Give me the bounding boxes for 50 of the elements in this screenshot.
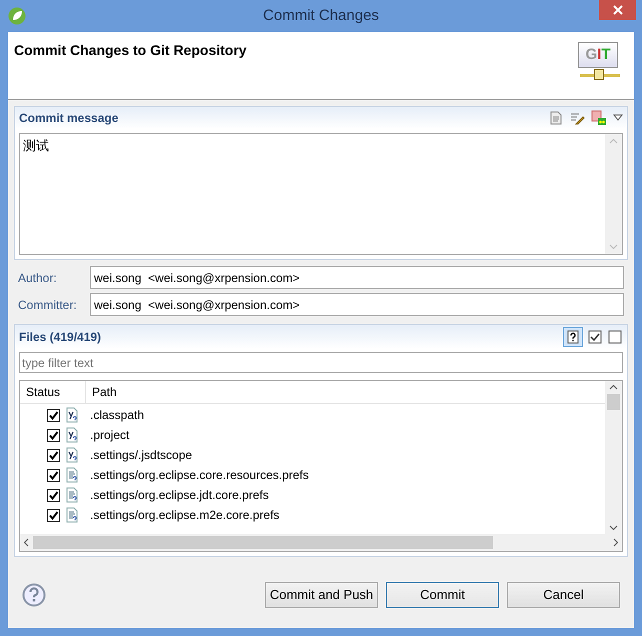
committer-field[interactable]: wei.song <wei.song@xrpension.com> xyxy=(90,293,624,316)
checkbox[interactable] xyxy=(47,428,60,442)
git-logo: GIT xyxy=(576,42,624,86)
help-icon[interactable] xyxy=(22,582,46,606)
checkbox[interactable] xyxy=(47,488,60,502)
column-header[interactable]: Status xyxy=(20,381,86,403)
checkbox[interactable] xyxy=(47,508,60,522)
column-header[interactable]: Path xyxy=(86,381,605,403)
file-path: .settings/.jsdtscope xyxy=(90,447,192,464)
section-title: Commit message xyxy=(19,110,118,127)
dialog-button[interactable]: Cancel xyxy=(507,582,620,608)
section-title: Files (419/419) xyxy=(19,329,102,346)
dropdown-icon[interactable] xyxy=(613,114,623,122)
deselect-all-icon[interactable] xyxy=(607,329,623,345)
question-document-icon xyxy=(567,330,579,344)
vertical-scrollbar[interactable] xyxy=(605,381,622,534)
close-button[interactable] xyxy=(599,0,636,20)
file-path: .classpath xyxy=(90,407,144,424)
scroll-thumb[interactable] xyxy=(33,536,493,549)
dialog-button[interactable]: Commit and Push xyxy=(265,582,378,608)
untracked-file-icon xyxy=(66,427,78,443)
file-path: .settings/org.eclipse.jdt.core.prefs xyxy=(90,487,269,504)
close-icon xyxy=(612,5,622,15)
dialog-heading: Commit Changes to Git Repository xyxy=(14,41,247,60)
horizontal-scrollbar[interactable] xyxy=(20,534,622,551)
field-label: Author: xyxy=(18,270,58,286)
commit-message-field[interactable]: 测试 xyxy=(19,133,623,255)
file-path: .settings/org.eclipse.m2e.core.prefs xyxy=(90,507,280,524)
window-title: Commit Changes xyxy=(262,6,380,26)
scroll-thumb[interactable] xyxy=(607,394,620,410)
author-field[interactable]: wei.song <wei.song@xrpension.com> xyxy=(90,266,624,289)
checkbox[interactable] xyxy=(47,408,60,422)
file-path: .project xyxy=(90,427,130,444)
scroll-up-icon[interactable] xyxy=(609,384,618,390)
file-path: .settings/org.eclipse.core.resources.prefs xyxy=(90,467,309,484)
checkbox[interactable] xyxy=(47,448,60,462)
text-file-icon xyxy=(66,467,78,483)
scroll-down-icon[interactable] xyxy=(609,525,618,531)
untracked-toggle[interactable] xyxy=(563,327,583,347)
untracked-file-icon xyxy=(66,447,78,463)
text-file-icon xyxy=(66,487,78,503)
untracked-file-icon xyxy=(66,407,78,423)
text-file-icon xyxy=(66,507,78,523)
dialog-button[interactable]: Commit xyxy=(386,582,499,608)
field-label: Committer: xyxy=(18,296,78,314)
scroll-left-icon[interactable] xyxy=(23,538,29,547)
scroll-right-icon[interactable] xyxy=(613,538,619,547)
select-all-icon[interactable] xyxy=(587,329,603,345)
leaf-icon xyxy=(8,7,26,25)
checkbox[interactable] xyxy=(47,468,60,482)
